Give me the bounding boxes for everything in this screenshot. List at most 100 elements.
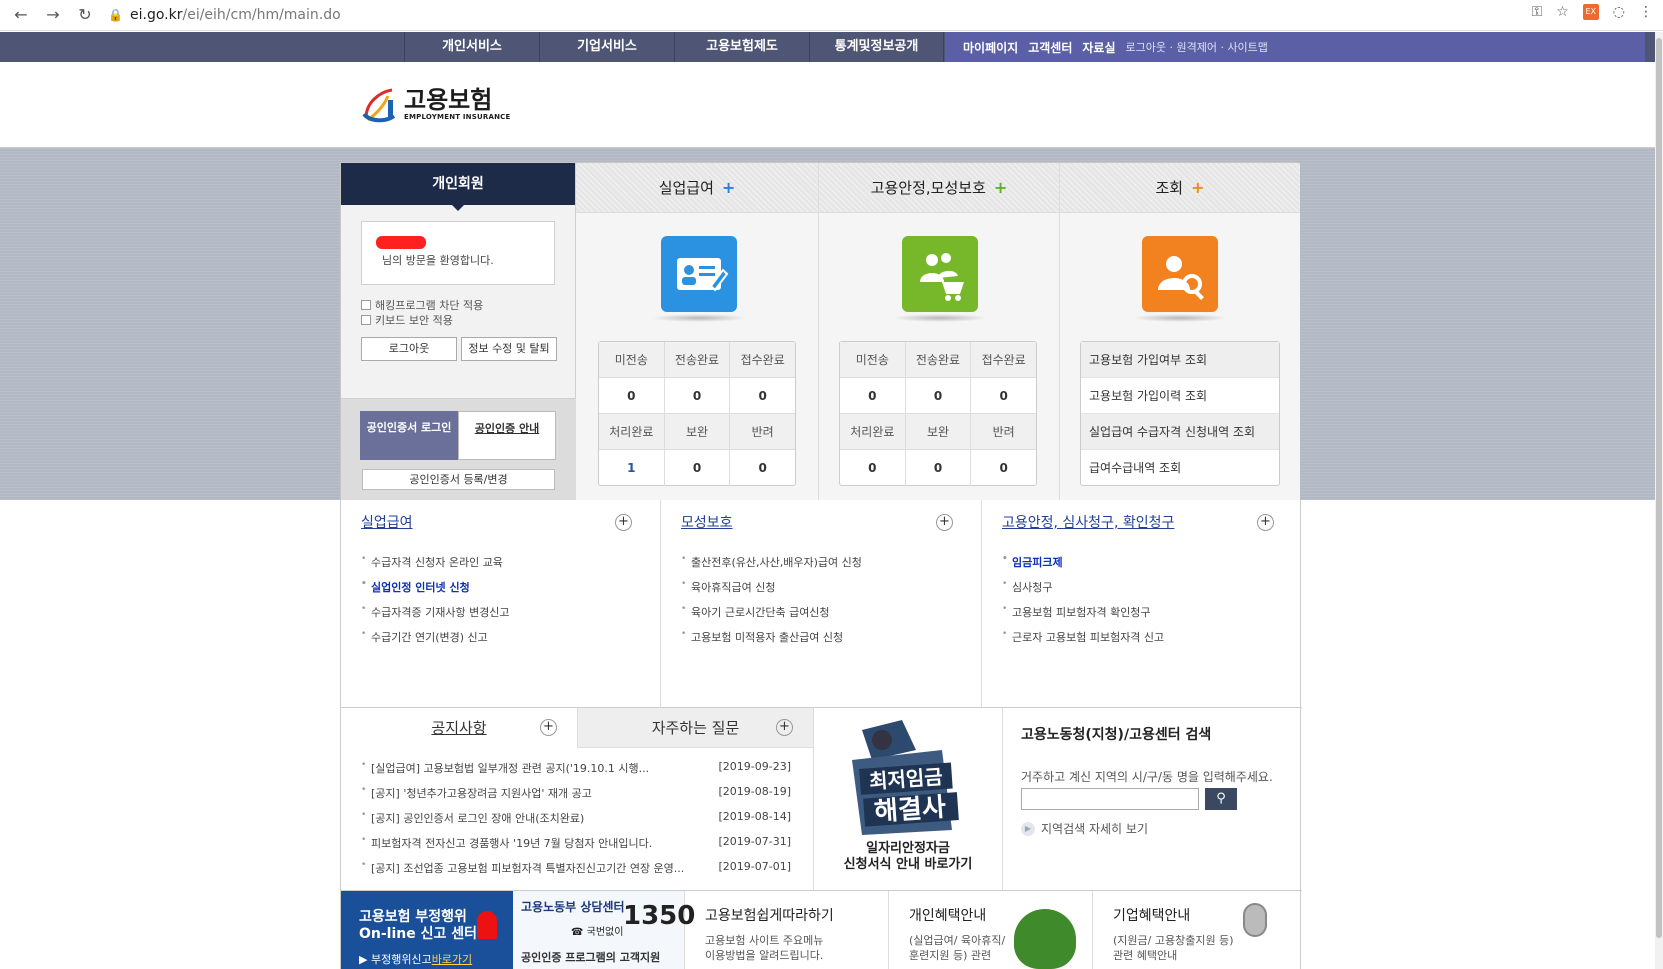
plus-icon[interactable]: + bbox=[615, 514, 632, 531]
call-center-banner[interactable]: 고용노동부 상담센터 1350 ☎ 국번없이 공인인증 프로그램의 고객지원 bbox=[513, 891, 695, 969]
gnb-corporate[interactable]: 기업서비스 bbox=[539, 32, 674, 62]
edit-info-button[interactable]: 정보 수정 및 탈퇴 bbox=[461, 337, 557, 361]
mypage-link[interactable]: 마이페이지 bbox=[963, 39, 1018, 56]
list-item[interactable]: 육아휴직급여 신청 bbox=[681, 579, 862, 604]
checkbox-icon[interactable] bbox=[361, 300, 371, 310]
back-icon[interactable]: ← bbox=[10, 4, 32, 26]
grid-value[interactable]: 0 bbox=[971, 378, 1037, 414]
list-item[interactable]: 수급자격증 기재사항 변경신고 bbox=[361, 604, 510, 629]
hacking-protection-checkbox[interactable]: 해킹프로그램 차단 적용 bbox=[361, 297, 483, 313]
cert-register-button[interactable]: 공인인증서 등록/변경 bbox=[362, 469, 555, 490]
gnb-system[interactable]: 고용보험제도 bbox=[674, 32, 809, 62]
search-icon: ⚲ bbox=[1216, 791, 1226, 806]
plus-icon[interactable]: + bbox=[994, 178, 1007, 197]
forward-icon[interactable]: → bbox=[42, 4, 64, 26]
list-item[interactable]: 출산전후(유산,사산,배우자)급여 신청 bbox=[681, 554, 862, 579]
reload-icon[interactable]: ↻ bbox=[74, 4, 96, 26]
plus-icon[interactable]: + bbox=[776, 719, 793, 736]
data-room-link[interactable]: 자료실 bbox=[1082, 39, 1115, 56]
key-icon[interactable]: ⚿ bbox=[1532, 4, 1543, 20]
tab-notice[interactable]: 공지사항 + bbox=[341, 708, 577, 748]
search-detail-link[interactable]: ▶ 지역검색 자세히 보기 bbox=[1021, 820, 1148, 837]
id-card-icon[interactable] bbox=[651, 236, 747, 322]
service-title[interactable]: 고용안정,모성보호 + bbox=[819, 163, 1059, 213]
checkbox-icon[interactable] bbox=[361, 315, 371, 325]
search-input[interactable] bbox=[1021, 788, 1199, 810]
inquiry-item[interactable]: 실업급여 수급자격 신청내역 조회 bbox=[1081, 414, 1279, 450]
grid-value[interactable]: 0 bbox=[971, 450, 1036, 486]
util-extra-links[interactable]: 로그아웃 · 원격제어 · 사이트맵 bbox=[1126, 39, 1268, 55]
inquiry-item[interactable]: 고용보험 가입여부 조회 bbox=[1081, 342, 1279, 378]
notice-title[interactable]: [공지] 공인인증서 로그인 장애 안내(조치완료) bbox=[371, 810, 584, 835]
list-item[interactable]: 수급자격 신청자 온라인 교육 bbox=[361, 554, 510, 579]
b1-link[interactable]: 바로가기 bbox=[432, 953, 472, 966]
list-item[interactable]: 수급기간 연기(변경) 신고 bbox=[361, 629, 510, 654]
family-stroller-icon[interactable] bbox=[892, 236, 988, 322]
minimum-wage-banner[interactable]: 최저임금 해결사 일자리안정자금 신청서식 안내 바로가기 bbox=[814, 708, 1002, 891]
inquiry-item[interactable]: 급여수급내역 조회 bbox=[1081, 450, 1279, 486]
user-search-icon[interactable] bbox=[1132, 236, 1228, 322]
list-item[interactable]: 육아기 근로시간단축 급여신청 bbox=[681, 604, 862, 629]
list-item[interactable]: 실업인정 인터넷 신청 bbox=[361, 579, 510, 604]
plus-icon[interactable]: + bbox=[1257, 514, 1274, 531]
corporate-benefit-banner[interactable]: 기업혜택안내 (지원금/ 고용창출지원 등) 관련 혜택안내 bbox=[1093, 891, 1302, 969]
grid-value[interactable]: 0 bbox=[665, 450, 731, 486]
plus-icon[interactable]: + bbox=[936, 514, 953, 531]
service-title[interactable]: 실업급여 + bbox=[576, 163, 818, 213]
grid-value[interactable]: 0 bbox=[730, 450, 795, 486]
list-item[interactable]: 심사청구 bbox=[1002, 579, 1164, 604]
plus-icon[interactable]: + bbox=[540, 719, 557, 736]
scrollbar[interactable] bbox=[1655, 32, 1663, 969]
column-title[interactable]: 실업급여 bbox=[361, 512, 413, 532]
grid-header: 미전송 bbox=[840, 342, 906, 378]
grid-value[interactable]: 1 bbox=[599, 450, 665, 486]
grid-value[interactable]: 0 bbox=[906, 450, 972, 486]
personal-benefit-banner[interactable]: 개인혜택안내 (실업급여/ 육아휴직/훈련지원 등) 관련 bbox=[889, 891, 1093, 969]
grid-value[interactable]: 0 bbox=[599, 378, 665, 414]
notice-title[interactable]: [공지] '청년추가고용장려금 지원사업' 재개 공고 bbox=[371, 785, 592, 810]
search-button[interactable]: ⚲ bbox=[1205, 788, 1237, 810]
fraud-report-banner[interactable]: 고용보험 부정행위 On-line 신고 센터 ▶ 부정행위신고바로가기 bbox=[341, 891, 513, 969]
list-item[interactable]: 고용보험 피보험자격 확인청구 bbox=[1002, 604, 1164, 629]
star-icon[interactable]: ☆ bbox=[1556, 4, 1569, 20]
grid-value[interactable]: 0 bbox=[730, 378, 796, 414]
tab-faq[interactable]: 자주하는 질문 + bbox=[577, 708, 813, 748]
grid-value[interactable]: 0 bbox=[664, 378, 731, 414]
cert-login-tab[interactable]: 공인인증서 로그인 bbox=[360, 411, 458, 460]
column-title[interactable]: 고용안정, 심사청구, 확인청구 bbox=[1002, 512, 1174, 532]
service-title[interactable]: 조회 + bbox=[1060, 163, 1300, 213]
plus-icon[interactable]: + bbox=[1191, 178, 1204, 197]
list-item[interactable]: 근로자 고용보험 피보험자격 신고 bbox=[1002, 629, 1164, 654]
tab-label: 공지사항 bbox=[431, 719, 487, 737]
grid-value[interactable]: 0 bbox=[905, 378, 972, 414]
list-item[interactable]: 임금피크제 bbox=[1002, 554, 1164, 579]
notice-row[interactable]: [공지] 공인인증서 로그인 장애 안내(조치완료) [2019-08-14] bbox=[361, 810, 791, 835]
list-item[interactable]: 고용보험 미적용자 출산급여 신청 bbox=[681, 629, 862, 654]
notice-title[interactable]: [실업급여] 고용보험법 일부개정 관련 공지('19.10.1 시행... bbox=[371, 760, 649, 785]
lower-content: 실업급여 + 수급자격 신청자 온라인 교육 실업인정 인터넷 신청 수급자격증… bbox=[340, 500, 1302, 969]
profile-icon[interactable]: ◌ bbox=[1613, 4, 1625, 20]
grid-value[interactable]: 0 bbox=[840, 378, 906, 414]
inquiry-item[interactable]: 고용보험 가입이력 조회 bbox=[1081, 378, 1279, 414]
scrollbar-thumb[interactable] bbox=[1656, 38, 1662, 938]
gnb-statistics[interactable]: 통계및정보공개 bbox=[809, 32, 944, 62]
extension-icon[interactable]: EX bbox=[1582, 4, 1599, 20]
easy-guide-banner[interactable]: 고용보험쉽게따라하기 고용보험 사이트 주요메뉴 이용방법을 알려드립니다. bbox=[685, 891, 889, 969]
menu-icon[interactable]: ⋮ bbox=[1639, 4, 1653, 20]
notice-title[interactable]: 피보험자격 전자신고 경품행사 '19년 7월 당첨자 안내입니다. bbox=[371, 835, 652, 860]
gnb-personal[interactable]: 개인서비스 bbox=[404, 32, 539, 62]
column-title[interactable]: 모성보호 bbox=[681, 512, 733, 532]
plus-icon[interactable]: + bbox=[722, 178, 735, 197]
logout-button[interactable]: 로그아웃 bbox=[361, 337, 457, 361]
notice-title[interactable]: [공지] 조선업종 고용보험 피보험자격 특별자진신고기간 연장 운영... bbox=[371, 860, 684, 885]
keyboard-security-checkbox[interactable]: 키보드 보안 적용 bbox=[361, 312, 453, 328]
address-bar[interactable]: 🔒 ei.go.kr/ei/eih/cm/hm/main.do bbox=[108, 3, 1538, 28]
notice-row[interactable]: [실업급여] 고용보험법 일부개정 관련 공지('19.10.1 시행... [2… bbox=[361, 760, 791, 785]
notice-row[interactable]: 피보험자격 전자신고 경품행사 '19년 7월 당첨자 안내입니다. [2019-… bbox=[361, 835, 791, 860]
site-logo[interactable]: 고용보험 EMPLOYMENT INSURANCE bbox=[362, 84, 510, 124]
cert-guide-tab[interactable]: 공인인증 안내 bbox=[458, 411, 556, 460]
notice-row[interactable]: [공지] '청년추가고용장려금 지원사업' 재개 공고 [2019-08-19] bbox=[361, 785, 791, 810]
customer-center-link[interactable]: 고객센터 bbox=[1028, 39, 1072, 56]
grid-value[interactable]: 0 bbox=[840, 450, 906, 486]
notice-row[interactable]: [공지] 조선업종 고용보험 피보험자격 특별자진신고기간 연장 운영... [2… bbox=[361, 860, 791, 885]
